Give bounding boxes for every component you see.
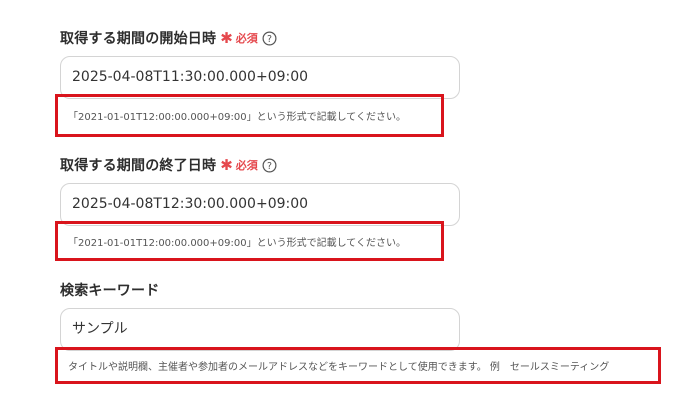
keyword-label-row: 検索キーワード <box>60 280 159 300</box>
start-datetime-label-row: 取得する期間の開始日時 ✱ 必須 ? <box>60 28 277 48</box>
event-search-form: 取得する期間の開始日時 ✱ 必須 ? 2025-04-08T11:30:00.0… <box>0 0 700 406</box>
keyword-hint-text: タイトルや説明欄、主催者や参加者のメールアドレスなどをキーワードとして使用できま… <box>68 362 610 373</box>
svg-text:?: ? <box>267 160 272 171</box>
start-datetime-label: 取得する期間の開始日時 <box>60 31 217 47</box>
start-datetime-input[interactable]: 2025-04-08T11:30:00.000+09:00 <box>60 56 460 99</box>
end-datetime-label: 取得する期間の終了日時 <box>60 158 217 174</box>
start-datetime-hint: 「2021-01-01T12:00:00.000+09:00」という形式で記載し… <box>55 94 444 137</box>
required-text: 必須 <box>235 32 258 45</box>
asterisk-icon: ✱ <box>220 28 233 47</box>
end-datetime-input[interactable]: 2025-04-08T12:30:00.000+09:00 <box>60 183 460 226</box>
end-datetime-label-row: 取得する期間の終了日時 ✱ 必須 ? <box>60 155 277 175</box>
end-datetime-hint-text: 「2021-01-01T12:00:00.000+09:00」という形式で記載し… <box>68 237 406 249</box>
required-marker: ✱ 必須 <box>220 157 258 173</box>
required-marker: ✱ 必須 <box>220 30 258 46</box>
question-circle-icon[interactable]: ? <box>262 31 277 46</box>
keyword-input[interactable]: サンプル <box>60 308 460 351</box>
end-datetime-hint: 「2021-01-01T12:00:00.000+09:00」という形式で記載し… <box>55 221 444 261</box>
question-circle-icon[interactable]: ? <box>262 158 277 173</box>
keyword-label: 検索キーワード <box>60 283 160 299</box>
keyword-hint: タイトルや説明欄、主催者や参加者のメールアドレスなどをキーワードとして使用できま… <box>55 347 661 384</box>
start-datetime-hint-text: 「2021-01-01T12:00:00.000+09:00」という形式で記載し… <box>68 112 406 123</box>
asterisk-icon: ✱ <box>220 155 233 174</box>
svg-text:?: ? <box>267 33 272 44</box>
required-text: 必須 <box>235 159 258 172</box>
